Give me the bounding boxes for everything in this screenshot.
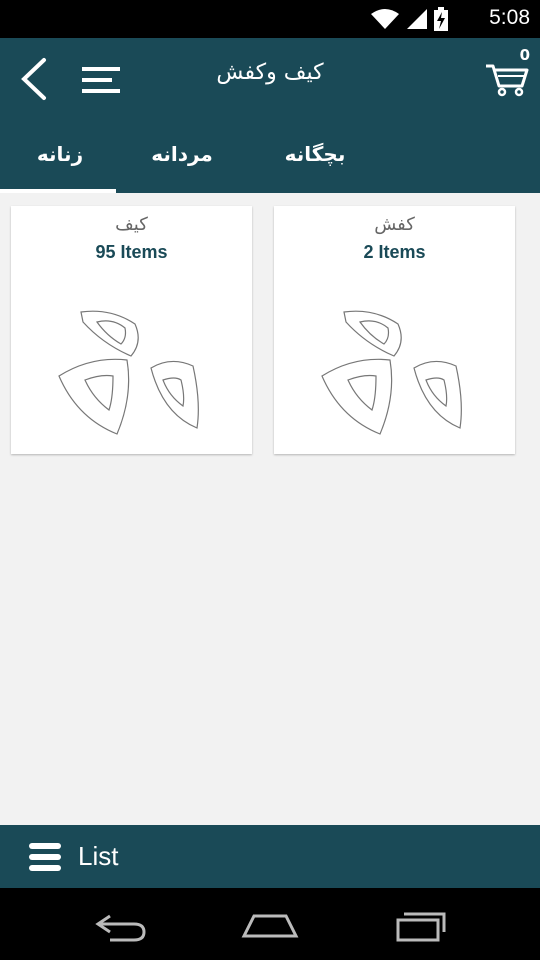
status-bar: 5:08 [0, 0, 540, 38]
status-time: 5:08 [489, 6, 530, 29]
status-icons [370, 7, 448, 31]
hamburger-menu-icon[interactable] [80, 64, 122, 96]
app-bar: کیف وکفش 0 زنانه مردانه بچگانه [0, 38, 540, 193]
placeholder-shapes-icon [58, 310, 199, 435]
nav-recents-icon[interactable] [392, 908, 452, 944]
nav-home-icon[interactable] [240, 908, 300, 944]
signal-icon [407, 9, 427, 29]
card-item-count: 2 Items [363, 242, 426, 262]
bottom-bar[interactable]: List [0, 825, 540, 888]
placeholder-shapes-icon [321, 310, 462, 435]
back-chevron-icon[interactable] [16, 56, 56, 102]
category-card-bags[interactable]: کیف 95 Items [11, 206, 252, 454]
card-title: کفش [374, 214, 415, 235]
tab-indicator [0, 189, 116, 193]
page-title: کیف وکفش [216, 60, 324, 85]
list-menu-icon[interactable] [28, 841, 62, 873]
nav-back-icon[interactable] [90, 908, 150, 944]
tab-kids[interactable]: بچگانه [280, 142, 350, 166]
list-button-label[interactable]: List [78, 841, 118, 872]
category-card-shoes[interactable]: کفش 2 Items [274, 206, 515, 454]
tab-men[interactable]: مردانه [148, 142, 216, 166]
cart-count-badge: 0 [519, 46, 530, 64]
tab-women[interactable]: زنانه [36, 142, 84, 166]
battery-charging-icon [434, 7, 448, 31]
wifi-icon [371, 9, 399, 29]
card-title: کیف [115, 214, 148, 235]
card-item-count: 95 Items [95, 242, 168, 262]
system-nav-bar [0, 888, 540, 960]
